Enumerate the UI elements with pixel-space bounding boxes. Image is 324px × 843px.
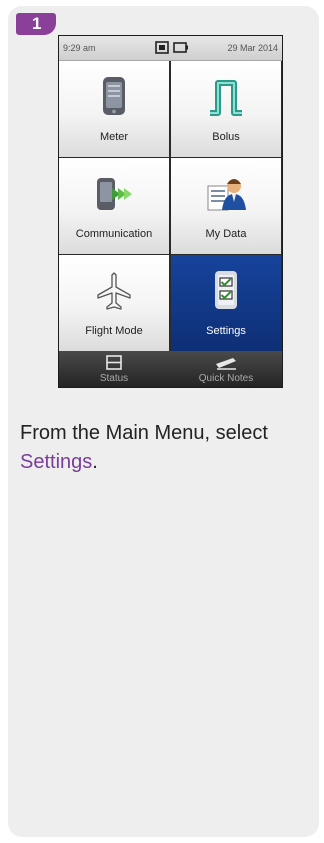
menu-tile-communication[interactable]: Communication — [59, 158, 169, 254]
instruction-text: From the Main Menu, select Settings. — [20, 419, 310, 477]
status-icon — [106, 355, 122, 370]
menu-tile-label: Bolus — [212, 131, 240, 143]
bottom-bar-label: Quick Notes — [198, 373, 254, 384]
wireless-icon — [155, 41, 169, 54]
my-data-icon — [207, 179, 246, 211]
quick-notes-button[interactable]: Quick Notes — [171, 351, 281, 387]
bolus-icon — [210, 80, 242, 116]
communication-icon — [97, 178, 132, 210]
menu-tile-settings[interactable]: Settings — [171, 255, 281, 351]
meter-icon — [103, 77, 125, 115]
airplane-icon — [97, 272, 131, 310]
menu-tile-my-data[interactable]: My Data — [171, 158, 281, 254]
step-number-badge: 1 — [16, 13, 56, 35]
menu-tile-label: Flight Mode — [85, 325, 143, 337]
bottom-bar-label: Status — [99, 373, 129, 384]
menu-tile-label: My Data — [205, 228, 247, 240]
menu-tile-meter[interactable]: Meter — [59, 61, 169, 157]
bottom-bar: Status Quick Notes — [59, 351, 282, 387]
status-button[interactable]: Status — [59, 351, 169, 387]
status-date: 29 Mar 2014 — [227, 43, 278, 53]
status-bar: 9:29 am 29 Mar 2014 — [59, 36, 282, 61]
settings-checklist-icon — [215, 271, 237, 309]
instruction-highlight: Settings — [20, 451, 93, 473]
menu-tile-flight-mode[interactable]: Flight Mode — [59, 255, 169, 351]
menu-tile-label: Meter — [99, 131, 129, 143]
device-screen: 9:29 am 29 Mar 2014 Meter Bolus Communic… — [59, 36, 282, 387]
status-time: 9:29 am — [63, 43, 96, 53]
menu-tile-label: Communication — [75, 228, 153, 240]
menu-tile-bolus[interactable]: Bolus — [171, 61, 281, 157]
battery-icon — [173, 42, 188, 53]
menu-tile-label: Settings — [206, 325, 246, 337]
instruction-suffix: . — [92, 451, 98, 473]
quick-notes-icon — [216, 358, 236, 370]
instruction-lead: From the Main Menu, select — [20, 422, 268, 444]
